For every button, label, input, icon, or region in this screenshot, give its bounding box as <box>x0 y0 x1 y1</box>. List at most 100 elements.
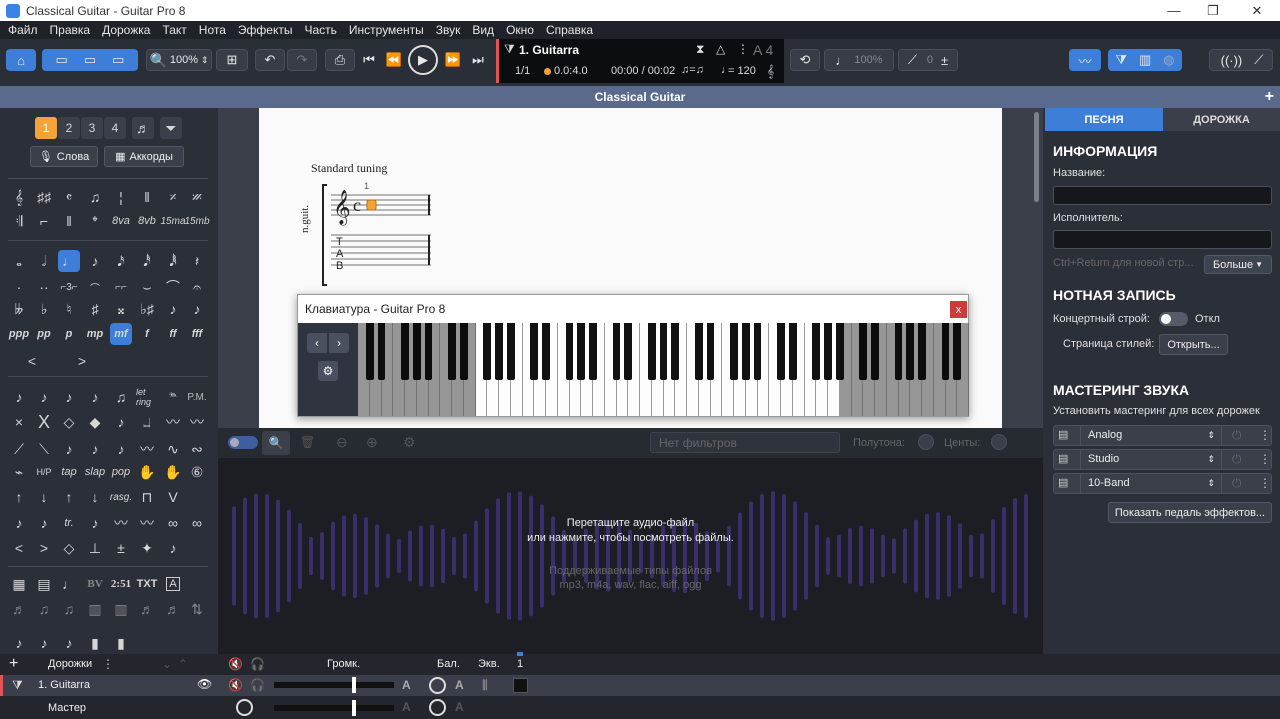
free-time-icon[interactable]: ♫ <box>84 186 106 208</box>
fade-in-icon[interactable]: ⊥ <box>84 537 106 559</box>
repeat-open-icon[interactable]: ¦ <box>110 186 132 208</box>
zoom-out-icon[interactable]: ⊖ <box>336 434 348 451</box>
instrument-label[interactable]: n.guit. <box>299 205 311 233</box>
speed-select[interactable]: ♩ 100% <box>824 49 894 71</box>
undo-button[interactable]: ↶ <box>255 49 285 71</box>
volume-slider[interactable] <box>274 677 394 693</box>
bv-icon[interactable]: BV <box>84 573 106 595</box>
voice-2-button[interactable]: 2 <box>58 117 80 139</box>
menu-view[interactable]: Вид <box>472 23 494 37</box>
menu-window[interactable]: Окно <box>506 23 534 37</box>
note-icon[interactable]: ♬ <box>162 598 184 620</box>
balance-knob[interactable] <box>429 677 446 694</box>
note-value-icon[interactable]: ♩ <box>58 573 80 595</box>
left-hand-icon[interactable]: ✋ <box>136 461 158 483</box>
countin-select[interactable]: ⟋ 0 ± <box>898 49 958 71</box>
menu-effects[interactable]: Эффекты <box>238 23 293 37</box>
master-volume-slider[interactable] <box>274 700 394 716</box>
grace-icon[interactable]: ⌐⌐ <box>110 276 132 298</box>
add-track-icon[interactable]: + <box>9 655 18 673</box>
add-tab-icon[interactable]: + <box>1265 88 1274 106</box>
semitones-knob[interactable] <box>918 434 934 450</box>
mixer-icon[interactable]: ♪ <box>33 632 55 654</box>
black-key[interactable] <box>565 323 574 380</box>
auto-brush-icon[interactable]: ♬ <box>8 598 30 620</box>
dynamic-pp[interactable]: pp <box>33 323 55 345</box>
play-button[interactable]: ▶ <box>408 45 438 75</box>
wah-icon[interactable]: ∿ <box>162 438 184 460</box>
master-balance-knob-2[interactable] <box>429 699 446 716</box>
timer-icon[interactable]: 2:51 <box>110 573 132 595</box>
vibrato-icon[interactable]: ♪ <box>84 386 106 408</box>
mastering-preset-select[interactable]: Studio ⇕ <box>1080 450 1222 469</box>
slur-icon[interactable]: ⌣ <box>136 276 158 298</box>
let-ring-icon[interactable]: let ring <box>136 386 158 408</box>
level-icon[interactable]: ▮ <box>84 632 106 654</box>
accent-icon[interactable]: ◇ <box>58 411 80 433</box>
name-input[interactable] <box>1053 186 1272 205</box>
text-icon[interactable]: TXT <box>136 573 158 595</box>
menu-section[interactable]: Часть <box>304 23 336 37</box>
tap-icon[interactable]: tap <box>58 461 80 483</box>
audio-drop-zone[interactable]: Перетащите аудио-файл или нажмите, чтобы… <box>218 458 1043 654</box>
dynamic-ppp[interactable]: ppp <box>8 323 30 345</box>
master-volume-handle[interactable] <box>352 700 356 716</box>
black-key[interactable] <box>694 323 703 380</box>
dynamic-ff[interactable]: ff <box>162 323 184 345</box>
heavy-accent-icon[interactable]: ◆ <box>84 411 106 433</box>
more-icon[interactable]: ⋮ <box>737 42 749 56</box>
power-icon[interactable]: ⏻ <box>1232 452 1242 467</box>
black-key[interactable] <box>483 323 491 380</box>
forward-button[interactable]: ⏩ <box>442 49 464 71</box>
tuplet-icon[interactable]: ⌐3⌐ <box>58 276 80 298</box>
menu-sound[interactable]: Звук <box>436 23 461 37</box>
piano-keyboard[interactable] <box>358 323 969 416</box>
tab-song[interactable]: ПЕСНЯ <box>1045 108 1163 131</box>
black-key[interactable] <box>777 323 785 380</box>
master-balance-knob[interactable] <box>236 699 253 716</box>
audio-settings-icon[interactable]: ⚙ <box>403 434 416 451</box>
voice-4-button[interactable]: 4 <box>104 117 126 139</box>
page-view-icon[interactable]: ▭ <box>56 52 68 68</box>
automation-balance-icon[interactable]: A <box>455 678 464 692</box>
automation-volume-icon[interactable]: A <box>402 700 411 714</box>
note-icon[interactable]: ♫ <box>33 598 55 620</box>
open-stylesheet-button[interactable]: Открыть... <box>1159 334 1228 355</box>
dynamic-f[interactable]: f <box>136 323 158 345</box>
turn-icon[interactable]: ♪ <box>84 512 106 534</box>
keyboard-close-button[interactable]: x <box>950 301 967 318</box>
black-key[interactable] <box>741 323 750 380</box>
note-icon[interactable]: ♬ <box>136 598 158 620</box>
sixteenth-note-icon[interactable]: 𝅘𝅥𝅯 <box>110 250 132 272</box>
grace-note-2-icon[interactable]: ♪ <box>33 512 55 534</box>
dynamic-p[interactable]: p <box>58 323 80 345</box>
quindicesima-icon[interactable]: 15ma <box>161 210 186 232</box>
menu-track[interactable]: Дорожка <box>102 23 150 37</box>
show-pedalboard-button[interactable]: Показать педаль эффектов... <box>1108 502 1272 523</box>
current-track-name[interactable]: 1. Guitarra <box>519 43 579 57</box>
black-key[interactable] <box>753 323 762 380</box>
sync-icon[interactable]: ⇅ <box>186 598 208 620</box>
keyboard-window-header[interactable]: Клавиатура - Guitar Pro 8 <box>298 295 968 323</box>
automation-volume-icon[interactable]: A <box>402 678 411 692</box>
bar-cell[interactable] <box>513 678 528 693</box>
natural-icon[interactable]: ♮ <box>58 298 80 320</box>
strum-icon[interactable]: ♪ <box>58 438 80 460</box>
greater-icon[interactable]: > <box>33 537 55 559</box>
keyboard-settings-button[interactable]: ⚙ <box>318 361 338 381</box>
ottava-bassa-icon[interactable]: 8vb <box>136 210 158 232</box>
whole-note-icon[interactable]: 𝅝 <box>8 250 30 272</box>
octave-up-button[interactable]: › <box>329 333 349 353</box>
menu-bar[interactable]: Такт <box>162 23 186 37</box>
dynamic-mf[interactable]: mf <box>110 323 132 345</box>
guitar-icon[interactable]: ⟋ <box>1254 52 1263 68</box>
palm-mute-text-icon[interactable]: P.M. <box>186 386 208 408</box>
triplet-feel-icon[interactable]: ♫=♫ <box>681 64 704 76</box>
thirtysecond-note-icon[interactable]: 𝅘𝅥𝅰 <box>136 250 158 272</box>
redo-button[interactable]: ↷ <box>287 49 317 71</box>
double-flat-icon[interactable]: 𝄫 <box>8 298 30 320</box>
close-icon[interactable]: ✕ <box>1234 0 1280 21</box>
menu-file[interactable]: Файл <box>8 23 38 37</box>
less-icon[interactable]: < <box>8 537 30 559</box>
track-row[interactable]: ⧩ 1. Guitarra 👁 🔇 🎧 A A ⫼ <box>0 675 1280 696</box>
